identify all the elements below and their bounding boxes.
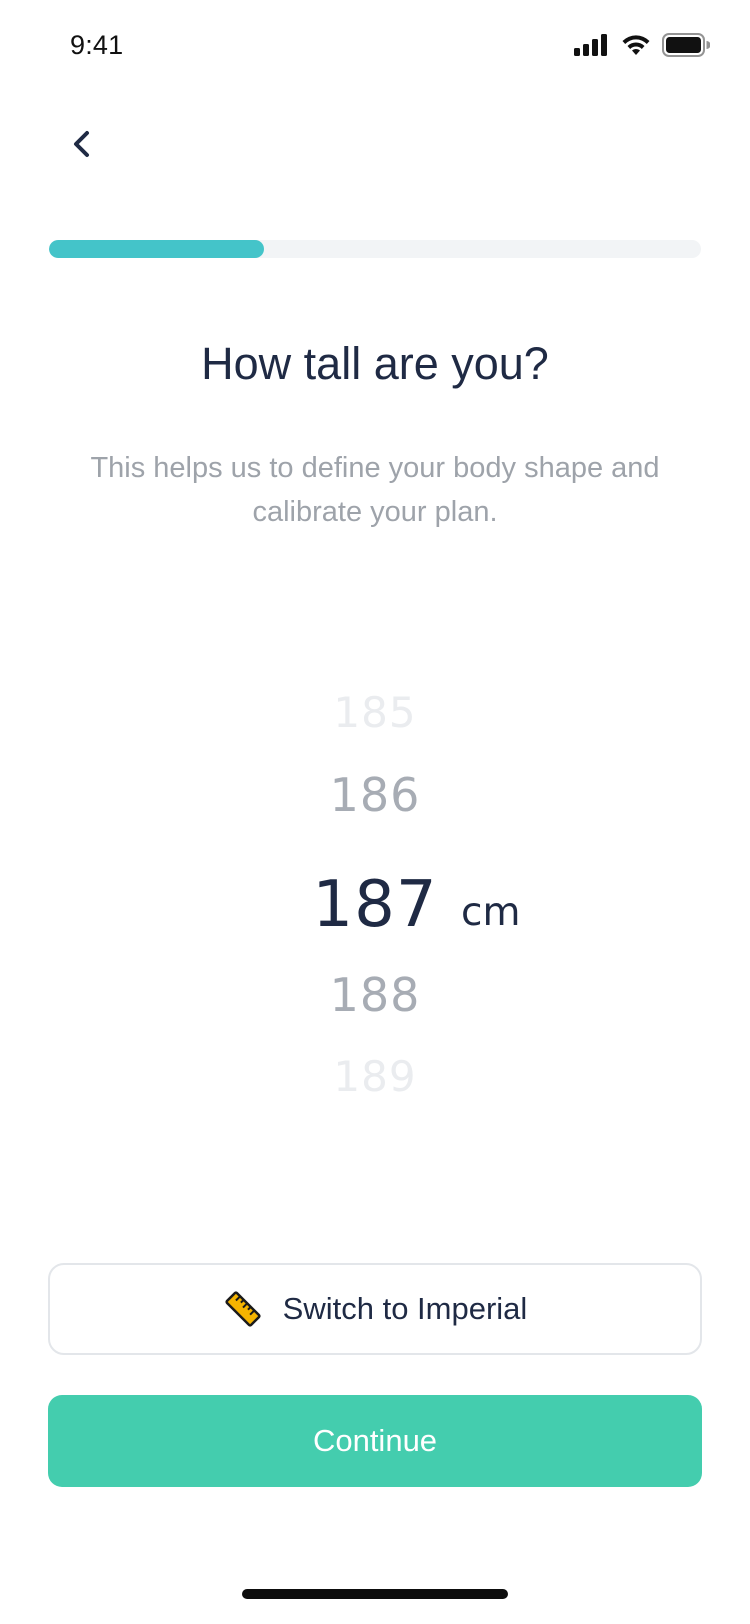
progress-bar (49, 240, 701, 258)
picker-option[interactable]: 189 (0, 1052, 750, 1101)
status-time: 9:41 (70, 30, 124, 60)
continue-button[interactable]: Continue (48, 1395, 702, 1487)
status-icons (574, 33, 710, 57)
status-bar: 9:41 (0, 0, 750, 96)
picker-option[interactable]: 186 (0, 768, 750, 822)
chevron-left-icon (70, 129, 94, 164)
home-indicator[interactable] (242, 1589, 508, 1599)
progress-fill (49, 240, 265, 258)
switch-units-button[interactable]: Switch to Imperial (48, 1263, 702, 1355)
picker-unit: cm (461, 890, 521, 935)
page-title: How tall are you? (201, 338, 549, 389)
switch-units-label: Switch to Imperial (282, 1291, 528, 1326)
back-button[interactable] (58, 122, 106, 170)
picker-option[interactable]: 188 (0, 968, 750, 1022)
page-subtitle: This helps us to define your body shape … (90, 452, 660, 528)
wifi-icon (620, 33, 652, 57)
picker-option[interactable]: 185 (0, 688, 750, 737)
picker-selected-value[interactable]: 187 (0, 868, 750, 942)
continue-label: Continue (312, 1423, 438, 1458)
ruler-icon (223, 1289, 263, 1329)
battery-icon (662, 33, 710, 57)
height-picker[interactable]: 185 186 187 188 189 cm (0, 680, 750, 1120)
signal-icon (574, 34, 610, 56)
